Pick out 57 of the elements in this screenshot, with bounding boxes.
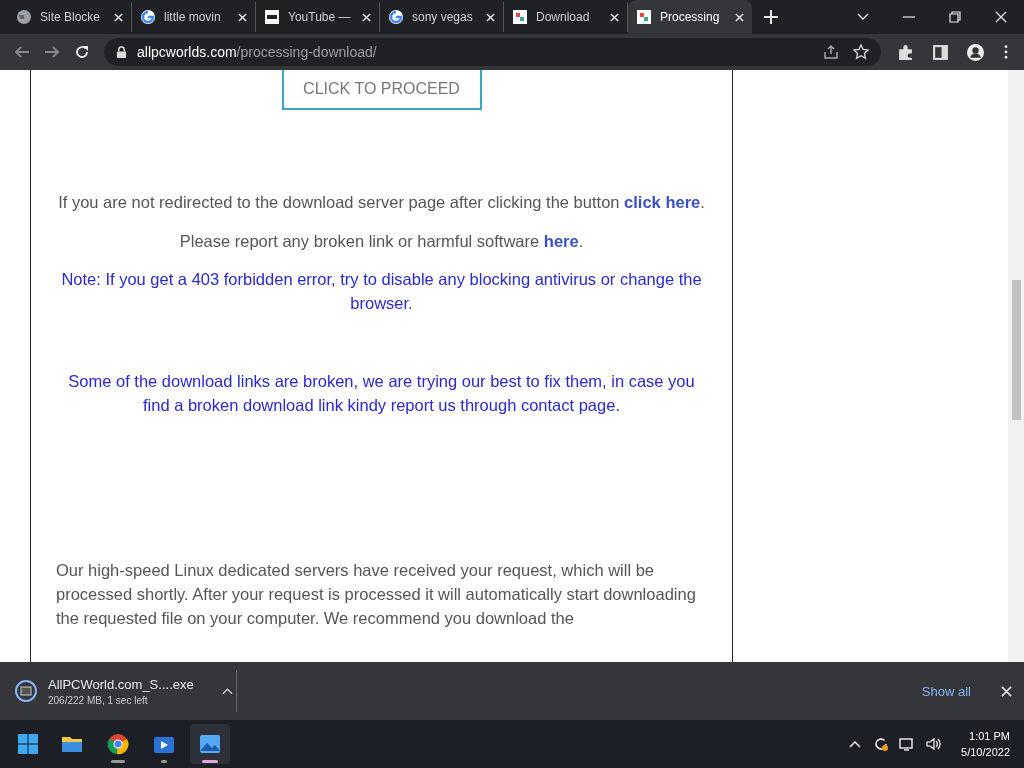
caret-icon[interactable] xyxy=(221,687,233,695)
menu-icon[interactable] xyxy=(1004,45,1008,59)
browser-tab[interactable]: YouTube — xyxy=(256,2,380,32)
browser-tab[interactable]: Download xyxy=(504,2,628,32)
address-bar[interactable]: allpcworlds.com/processing-download/ xyxy=(104,38,881,66)
clock-time: 1:01 PM xyxy=(969,729,1010,744)
close-icon[interactable] xyxy=(486,12,495,22)
site-logo-icon xyxy=(264,9,280,25)
back-arrow-icon[interactable] xyxy=(14,44,30,60)
side-panel-icon[interactable] xyxy=(932,43,949,61)
close-icon[interactable] xyxy=(1001,685,1012,697)
restore-icon[interactable] xyxy=(949,11,961,23)
reload-icon[interactable] xyxy=(74,44,90,60)
forward-arrow-icon[interactable] xyxy=(44,44,60,60)
close-icon[interactable] xyxy=(995,11,1007,23)
file-name: AllPCWorld.com_S....exe xyxy=(48,676,194,692)
windows-start-icon[interactable] xyxy=(16,732,40,756)
browser-tab[interactable]: Site Blocke xyxy=(8,2,132,32)
profile-icon[interactable] xyxy=(967,43,984,61)
sync-icon[interactable] xyxy=(873,736,890,752)
proceed-button[interactable]: CLICK TO PROCEED xyxy=(281,70,482,110)
close-icon[interactable] xyxy=(735,12,744,22)
note-text: Note: If you get a 403 forbidden error, try to disable any blocking antivirus or change the browser. xyxy=(60,269,703,314)
star-icon[interactable] xyxy=(853,44,869,60)
monitor-icon[interactable] xyxy=(899,736,916,752)
photos-icon[interactable] xyxy=(198,732,222,756)
broken-links-text: Some of the download links are broken, we are trying our best to fix them, in case you find a broken download link kindy report us through contact page. xyxy=(67,371,696,416)
report-text: Please report any broken link or harmful software here. xyxy=(179,231,584,252)
taskbar-button[interactable] xyxy=(190,724,230,764)
google-logo-icon xyxy=(388,9,404,25)
lock-icon xyxy=(116,45,127,59)
click-here-link[interactable]: click here xyxy=(624,193,701,211)
file-progress-icon xyxy=(14,679,38,703)
here-link[interactable]: here xyxy=(543,232,579,250)
puzzle-icon[interactable] xyxy=(897,43,914,61)
scrollbar[interactable] xyxy=(1008,70,1024,662)
globe-icon xyxy=(16,9,32,25)
browser-tab[interactable]: Processing xyxy=(628,0,752,34)
site-logo-icon xyxy=(636,9,652,25)
volume-icon[interactable] xyxy=(925,736,942,752)
site-logo-icon xyxy=(512,9,528,25)
browser-tab[interactable]: little movin xyxy=(132,2,256,32)
info-paragraph: Our high-speed Linux dedicated servers have received your request, which will be processed shortly. After your request is processed it will automatically start downloading the requested file on your computer. We recommend you download the xyxy=(56,560,697,629)
close-icon[interactable] xyxy=(362,12,371,22)
clock-date: 5/10/2022 xyxy=(961,745,1010,760)
browser-tab[interactable]: sony vegas xyxy=(380,2,504,32)
show-all-link[interactable]: Show all xyxy=(921,683,971,699)
close-icon[interactable] xyxy=(114,12,123,22)
close-icon[interactable] xyxy=(610,12,619,22)
redirect-text: If you are not redirected to the download server page after clicking the button click here. xyxy=(58,192,705,213)
new-tab-icon[interactable] xyxy=(764,10,778,24)
google-logo-icon xyxy=(140,9,156,25)
download-item[interactable]: AllPCWorld.com_S....exe 206/222 MB, 1 sec left xyxy=(14,670,237,712)
chrome-icon[interactable] xyxy=(106,732,130,756)
download-status: 206/222 MB, 1 sec left xyxy=(48,694,149,706)
share-icon[interactable] xyxy=(823,44,839,60)
close-icon[interactable] xyxy=(238,12,247,22)
